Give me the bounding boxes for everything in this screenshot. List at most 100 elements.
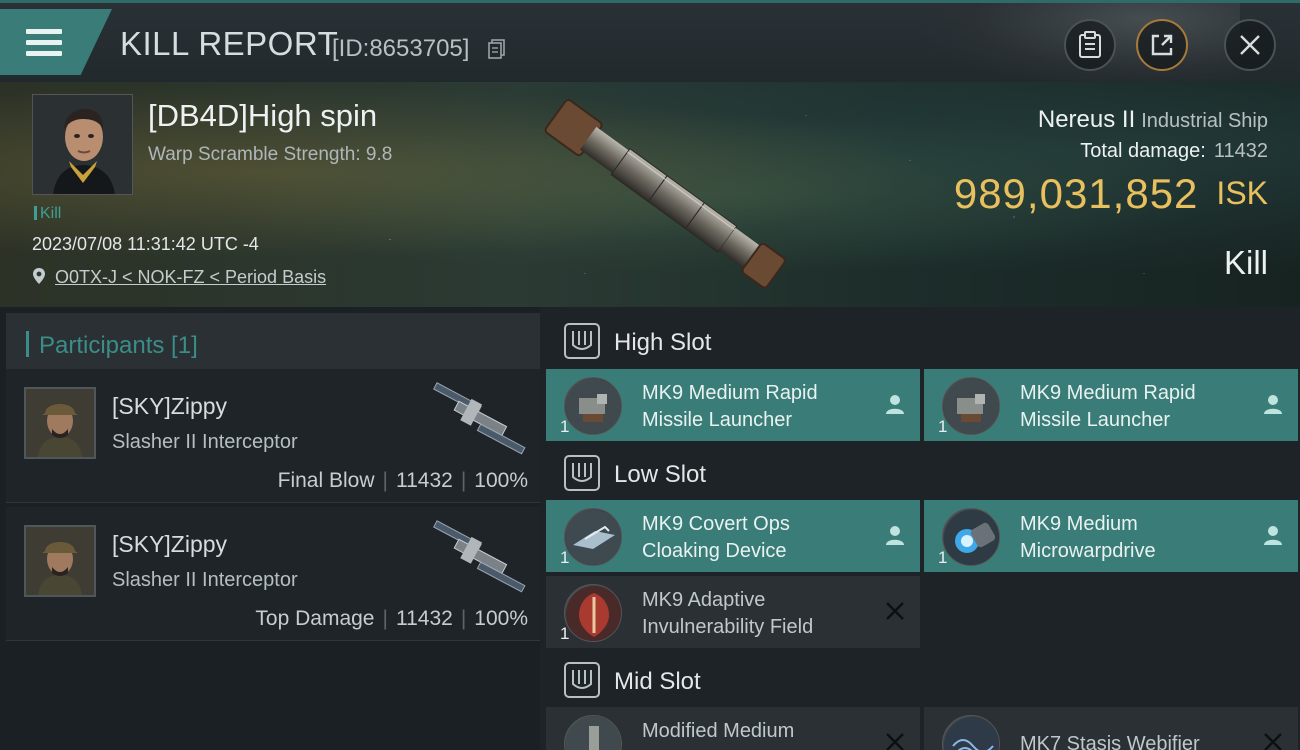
module-name-line: MK9 Medium (1020, 513, 1138, 535)
participant-damage: 11432 (395, 607, 453, 630)
module-name-line: Cloaking Device (642, 540, 787, 562)
slot-title: Mid Slot (614, 668, 701, 695)
module-name-line: MK9 Medium Rapid (642, 382, 818, 404)
missile-launcher-icon (942, 377, 1000, 435)
module-quantity: 1 (938, 417, 948, 436)
module-name: MK7 Stasis Webifier (1020, 731, 1260, 750)
module-quantity: 1 (560, 417, 570, 436)
module-name: MK9 Adaptive Invulnerability Field (642, 587, 882, 641)
participant-ship-image[interactable] (424, 515, 536, 595)
low-slot-icon (564, 455, 600, 491)
victim-banner: [DB4D]High spin Warp Scramble Strength: … (0, 82, 1300, 307)
divider: | (460, 607, 467, 630)
module-name-line: Missile Launcher (642, 409, 793, 431)
kill-location[interactable]: O0TX-J < NOK-FZ < Period Basis (32, 267, 326, 288)
participant-stats: Top Damage | 11432 | 100% (255, 607, 528, 631)
participant-ship-image[interactable] (424, 377, 536, 457)
module-quantity: 1 (560, 624, 570, 643)
participants-panel: Participants [1] [SKY]Zippy Slasher II I… (0, 307, 540, 750)
isk-value-row: 989,031,852 ISK (954, 170, 1268, 218)
total-damage-label: Total damage: (1080, 140, 1206, 162)
header-bar: KILL REPORT [ID:8653705] (0, 0, 1300, 85)
clipboard-button[interactable] (1064, 19, 1116, 71)
divider: | (460, 469, 467, 492)
participant-name: [SKY]Zippy (112, 531, 228, 557)
fitting-panel: High Slot 1 MK9 Medium Rapid Missile Laun… (540, 307, 1300, 750)
participants-title: Participants [1] (26, 331, 198, 360)
victim-name: [DB4D]High spin (148, 98, 378, 133)
victim-portrait[interactable] (32, 94, 133, 195)
avatar (26, 389, 94, 457)
total-damage-value: 11432 (1213, 140, 1268, 162)
mid-slot-icon (564, 662, 600, 698)
module-name: MK9 Medium Rapid Missile Launcher (642, 380, 882, 434)
ship-name: Nereus II (1037, 106, 1136, 133)
module-name-line: MK9 Covert Ops (642, 513, 790, 535)
close-icon (1240, 35, 1260, 55)
module-name-line: Invulnerability Field (642, 616, 814, 638)
module-name: MK9 Medium Microwarpdrive (1020, 511, 1260, 565)
fitted-person-icon (1264, 395, 1282, 414)
missile-launcher-icon (564, 377, 622, 435)
module-quantity: 1 (938, 548, 948, 567)
page-title: KILL REPORT (120, 25, 339, 62)
module-tile[interactable]: 1 MK9 Covert Ops Cloaking Device (546, 500, 920, 572)
fitted-person-icon (886, 395, 904, 414)
participant-row[interactable]: [SKY]Zippy Slasher II Interceptor Top Da… (6, 507, 540, 641)
module-tile[interactable]: MK7 Stasis Webifier (924, 707, 1298, 750)
isk-value: 989,031,852 (953, 170, 1199, 217)
module-name-line: Microwarpdrive (1020, 540, 1156, 562)
menu-icon-bar (26, 40, 62, 45)
module-tile[interactable]: 1 MK9 Medium Rapid Missile Launcher (546, 369, 920, 441)
clipboard-icon (1079, 31, 1101, 58)
module-tile[interactable]: Modified Medium (546, 707, 920, 750)
close-button[interactable] (1224, 19, 1276, 71)
isk-unit: ISK (1216, 175, 1268, 211)
ship-class: Industrial Ship (1141, 110, 1268, 132)
participant-name: [SKY]Zippy (112, 393, 228, 419)
module-name-line: Modified Medium (642, 720, 795, 742)
menu-icon-bar (26, 51, 62, 56)
module-name: MK9 Medium Rapid Missile Launcher (1020, 380, 1260, 434)
avatar (33, 95, 132, 194)
location-link[interactable]: O0TX-J < NOK-FZ < Period Basis (55, 267, 326, 287)
cloaking-device-icon (564, 508, 622, 566)
module-name-line: MK9 Adaptive (642, 589, 766, 611)
share-icon (1151, 34, 1173, 56)
warp-scramble-strength: Warp Scramble Strength: 9.8 (148, 144, 393, 165)
module-tile[interactable]: 1 MK9 Adaptive Invulnerability Field (546, 576, 920, 648)
module-name: MK9 Covert Ops Cloaking Device (642, 511, 882, 565)
participant-stats: Final Blow | 11432 | 100% (278, 469, 528, 493)
participants-header: Participants [1] (6, 313, 540, 373)
participant-portrait[interactable] (24, 525, 96, 597)
participant-portrait[interactable] (24, 387, 96, 459)
menu-button[interactable] (0, 9, 112, 75)
module-name-line: MK7 Stasis Webifier (1020, 733, 1200, 750)
destroyed-x-icon (886, 733, 904, 750)
participant-row[interactable]: [SKY]Zippy Slasher II Interceptor Final … (6, 369, 540, 503)
module-quantity: 1 (560, 548, 570, 567)
participant-damage: 11432 (395, 469, 453, 492)
fitted-person-icon (886, 526, 904, 545)
participant-role: Top Damage (255, 607, 375, 630)
participant-role: Final Blow (277, 469, 375, 492)
module-tile[interactable]: 1 MK9 Medium Microwarpdrive (924, 500, 1298, 572)
destroyed-x-icon (886, 602, 904, 620)
slot-header-mid: Mid Slot (546, 650, 1300, 710)
divider: | (382, 469, 388, 492)
slot-header-high: High Slot (546, 311, 1300, 371)
divider: | (382, 607, 388, 630)
slot-title: Low Slot (614, 461, 707, 488)
stasis-webifier-icon (942, 715, 1000, 750)
microwarpdrive-icon (942, 508, 1000, 566)
victim-ship-name: Nereus II Industrial Ship (1038, 106, 1268, 134)
avatar (26, 527, 94, 595)
module-tile[interactable]: 1 MK9 Medium Rapid Missile Launcher (924, 369, 1298, 441)
participant-percent: 100% (474, 469, 528, 492)
menu-icon (26, 29, 62, 34)
location-pin-icon (33, 268, 45, 284)
victim-ship-image[interactable] (520, 82, 810, 307)
module-name-line: Missile Launcher (1020, 409, 1171, 431)
copy-icon[interactable] (488, 39, 506, 59)
share-button[interactable] (1136, 19, 1188, 71)
